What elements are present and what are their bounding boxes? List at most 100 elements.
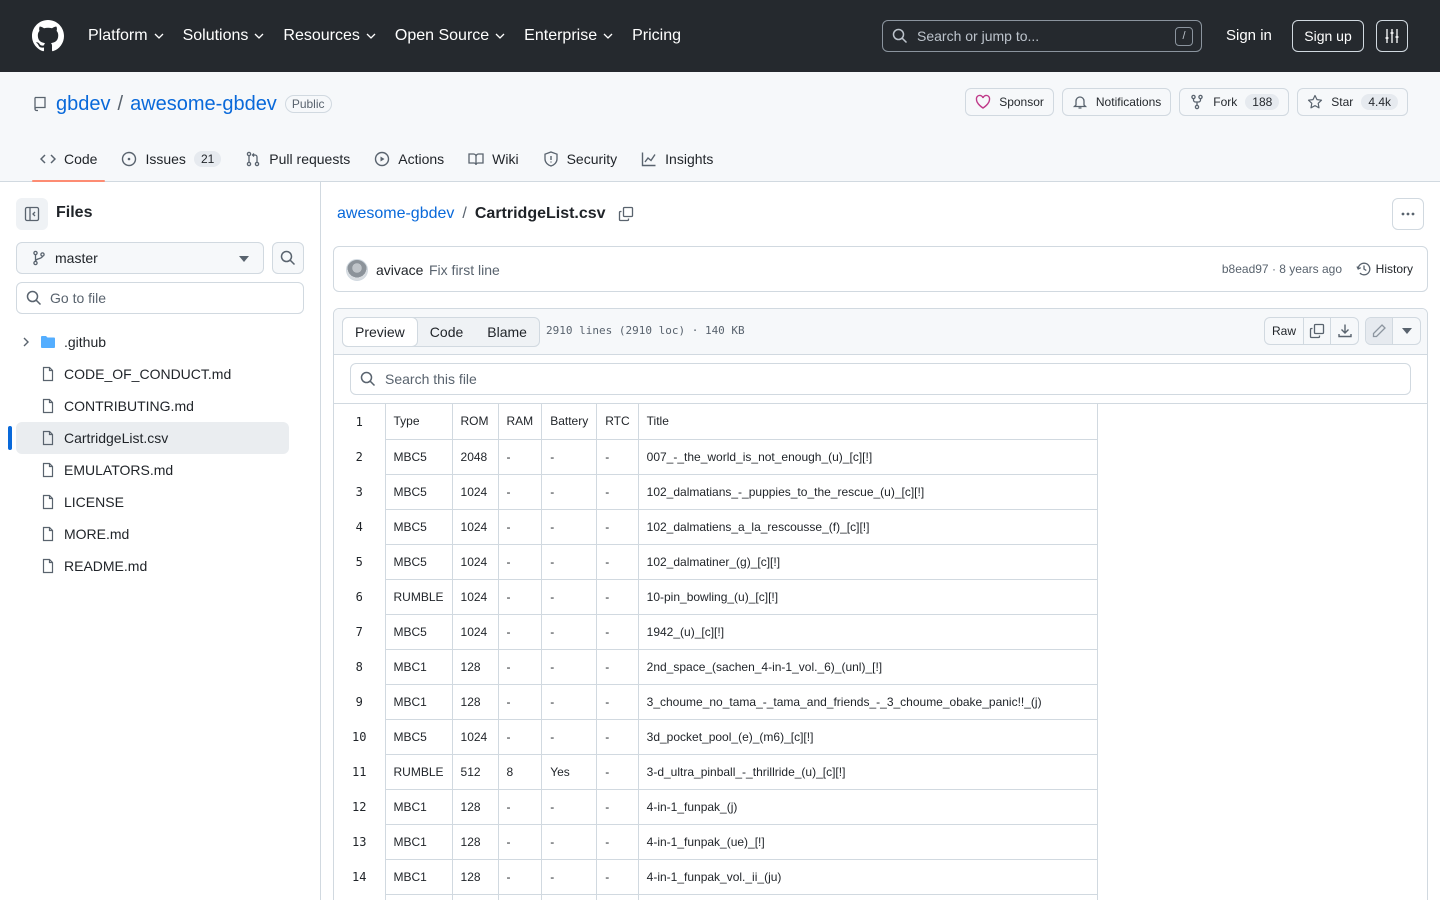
tree-item-file[interactable]: LICENSE [16,486,289,518]
line-number[interactable]: 15 [334,894,386,900]
table-cell: - [541,508,598,545]
global-search-input[interactable]: Search or jump to... / [882,20,1202,52]
line-number[interactable]: 6 [334,579,386,614]
fork-label: Fork [1213,95,1238,109]
tree-item-file[interactable]: EMULATORS.md [16,454,289,486]
nav-label: Solutions [182,27,249,44]
tab-wiki[interactable]: Wiki [460,136,526,182]
line-number[interactable]: 10 [334,719,386,754]
nav-open-source[interactable]: Open Source [395,27,506,45]
edit-file-button[interactable] [1366,318,1393,344]
tab-pull-requests[interactable]: Pull requests [237,136,358,182]
copy-raw-button[interactable] [1304,318,1331,344]
table-cell: - [497,613,543,650]
caret-down-icon [239,256,249,262]
line-number[interactable]: 7 [334,614,386,649]
more-options-button[interactable] [1392,198,1424,230]
code-view-tab[interactable]: Code [418,318,475,346]
blame-tab[interactable]: Blame [475,318,539,346]
csv-preview: 1 Type ROM RAM Battery RTC Title 2 MBC5 2048- - -00… [334,403,1427,900]
breadcrumb-repo-link[interactable]: awesome-gbdev [337,205,454,223]
line-number[interactable]: 9 [334,684,386,719]
tab-insights[interactable]: Insights [633,136,721,182]
tree-item-file[interactable]: MORE.md [16,518,289,550]
history-label: History [1375,262,1413,276]
table-cell: - [596,508,639,545]
repo-owner-link[interactable]: gbdev [56,93,111,116]
tab-actions[interactable]: Actions [366,136,452,182]
line-number[interactable]: 4 [334,509,386,544]
line-number[interactable]: 8 [334,649,386,684]
line-number[interactable]: 14 [334,859,386,894]
graph-icon [641,152,656,167]
line-number[interactable]: 13 [334,824,386,859]
view-mode-toggle: Preview Code Blame [342,317,540,347]
line-number[interactable]: 2 [334,439,386,474]
tree-item-file[interactable]: CODE_OF_CONDUCT.md [16,358,289,390]
star-label: Star [1331,95,1354,109]
chevron-right-icon[interactable] [20,336,32,348]
git-pull-request-icon [247,151,260,167]
commit-author-link[interactable]: avivace [376,262,423,278]
active-item-indicator [8,426,12,450]
line-number[interactable]: 1 [334,404,386,439]
tab-label: Insights [665,151,714,167]
nav-solutions[interactable]: Solutions [183,27,266,45]
go-to-file-input[interactable]: Go to file [16,282,304,314]
edit-dropdown-button[interactable] [1393,318,1420,344]
table-row: 7 MBC5 1024- - -1942_(u)_[c][!] [334,613,1098,650]
avatar[interactable] [346,259,368,281]
preview-tab[interactable]: Preview [342,317,418,347]
raw-button[interactable]: Raw [1265,318,1304,344]
menu-toggle-button[interactable] [1376,20,1408,52]
file-tree: .github CODE_OF_CONDUCT.md CONTRIBUTING.… [16,326,289,582]
table-cell: 8 [497,753,543,790]
commit-sha-link[interactable]: b8ead97 [1222,262,1269,276]
nav-enterprise[interactable]: Enterprise [524,27,614,45]
line-number[interactable]: 12 [334,789,386,824]
table-cell: - [541,823,598,860]
history-button[interactable]: History [1350,255,1419,283]
nav-label: Pricing [632,27,681,44]
table-cell: - [596,578,639,615]
repo-name-link[interactable]: awesome-gbdev [130,93,277,116]
sign-in-link[interactable]: Sign in [1218,20,1280,52]
line-number[interactable]: 3 [334,474,386,509]
notifications-button[interactable]: Notifications [1061,88,1172,116]
search-files-button[interactable] [272,242,304,274]
nav-resources[interactable]: Resources [283,27,376,45]
commit-message-link[interactable]: Fix first line [429,262,500,278]
table-cell: - [541,788,598,825]
tree-item-label: .github [64,334,107,350]
table-cell: 10-pin_bowling_(u)_[c][!] [637,578,1098,615]
collapse-sidebar-button[interactable] [16,198,48,230]
search-this-file-input[interactable]: Search this file [350,363,1411,395]
sign-up-button[interactable]: Sign up [1292,20,1364,52]
issue-opened-icon [122,151,137,167]
line-number[interactable]: 5 [334,544,386,579]
github-logo-icon[interactable] [32,20,64,52]
nav-platform[interactable]: Platform [88,27,165,45]
tab-issues[interactable]: Issues 21 [113,136,229,182]
download-button[interactable] [1331,318,1358,344]
line-number[interactable]: 11 [334,754,386,789]
file-tree-sidebar: Files master Go to file .github CODE_OF_… [0,182,321,900]
tree-item-file[interactable]: README.md [16,550,289,582]
table-cell: - [541,718,598,755]
commit-time: 8 years ago [1279,262,1342,276]
tab-security[interactable]: Security [535,136,626,182]
sponsor-button[interactable]: Sponsor [965,88,1054,116]
tree-item-file-active[interactable]: CartridgeList.csv [16,422,289,454]
file-info: 2910 lines (2910 loc) · 140 KB [546,324,745,337]
tab-code[interactable]: Code [32,136,106,182]
table-cell: - [497,858,543,895]
copy-path-icon[interactable] [618,206,634,222]
fork-button[interactable]: Fork 188 [1179,88,1290,116]
branch-selector[interactable]: master [16,242,264,274]
table-cell: - [596,718,639,755]
tree-item-github-folder[interactable]: .github [16,326,289,358]
column-header: RAM [497,404,543,440]
nav-pricing[interactable]: Pricing [632,27,681,45]
star-button[interactable]: Star 4.4k [1297,88,1408,116]
tree-item-file[interactable]: CONTRIBUTING.md [16,390,289,422]
